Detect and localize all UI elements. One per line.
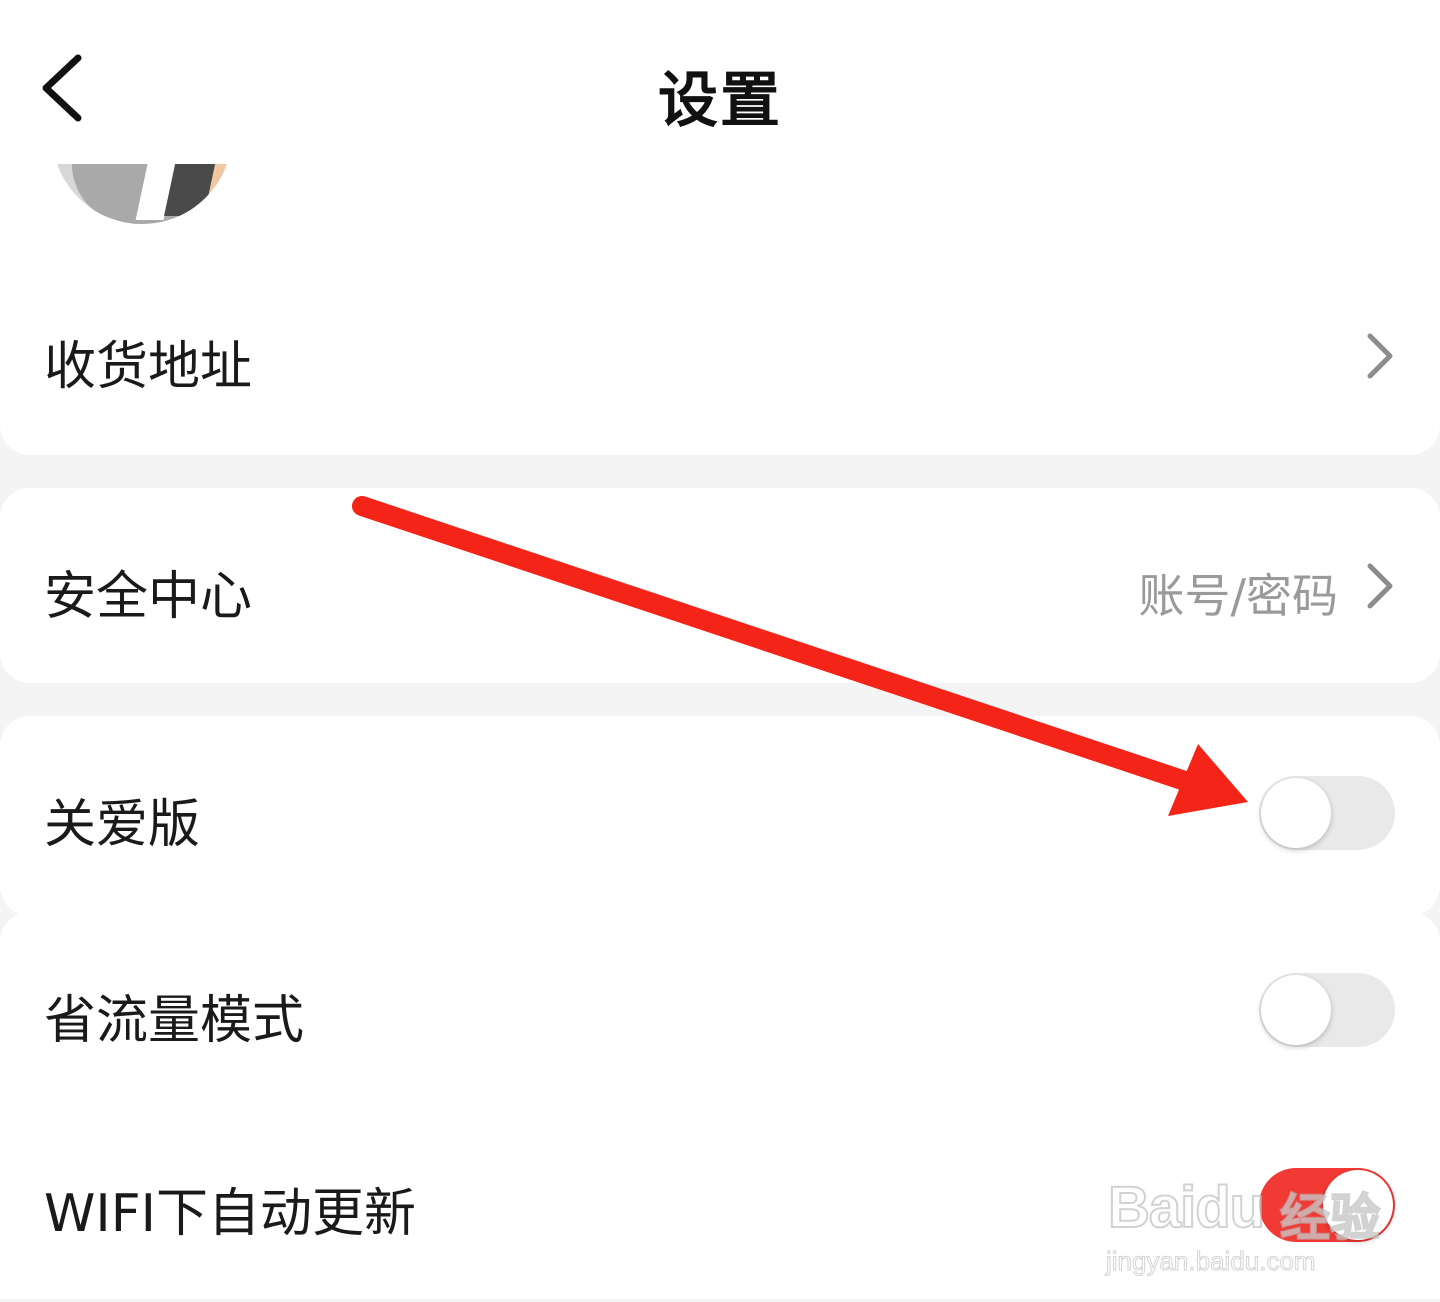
security-card: 安全中心 账号/密码 (0, 488, 1440, 683)
chevron-right-icon (1367, 563, 1393, 609)
wifi-update-label: WIFI下自动更新 (44, 1184, 416, 1244)
care-mode-label: 关爱版 (44, 795, 201, 855)
toggle-knob (1261, 975, 1331, 1045)
top-bar: 设置 (0, 0, 1440, 164)
care-mode-row: 关爱版 (0, 716, 1440, 916)
chevron-right-icon (1367, 333, 1393, 379)
address-row[interactable]: 收货地址 (0, 296, 1440, 416)
network-card: 省流量模式 WIFI下自动更新 (0, 912, 1440, 1299)
toggle-knob (1323, 1170, 1393, 1240)
address-label: 收货地址 (44, 337, 253, 397)
security-row[interactable]: 安全中心 账号/密码 (0, 488, 1440, 683)
security-value: 账号/密码 (1138, 569, 1339, 623)
wifi-update-row: WIFI下自动更新 (0, 1107, 1440, 1302)
care-mode-card: 关爱版 (0, 716, 1440, 916)
data-saver-label: 省流量模式 (44, 991, 305, 1051)
care-mode-toggle[interactable] (1259, 776, 1395, 850)
wifi-update-toggle[interactable] (1259, 1168, 1395, 1242)
page-title: 设置 (658, 66, 782, 136)
toggle-knob (1261, 778, 1331, 848)
data-saver-row: 省流量模式 (0, 912, 1440, 1107)
data-saver-toggle[interactable] (1259, 973, 1395, 1047)
security-label: 安全中心 (44, 567, 253, 627)
